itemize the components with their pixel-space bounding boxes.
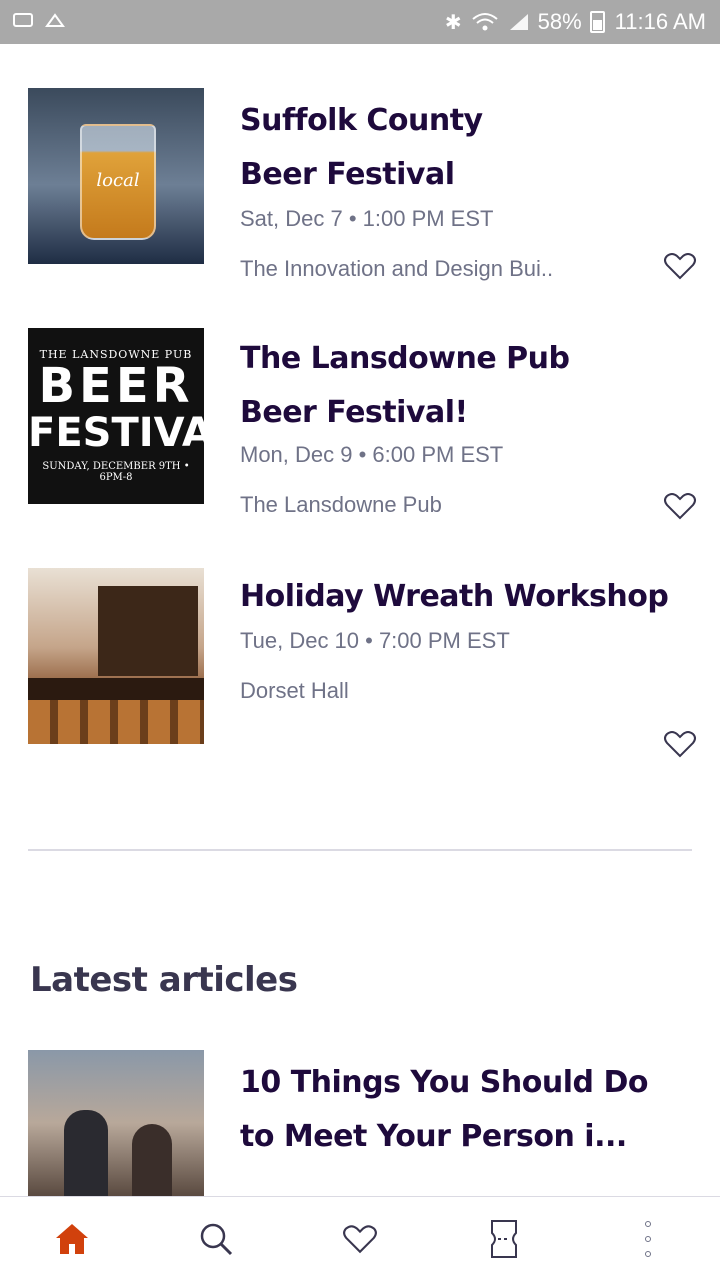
notification-icon [13, 13, 33, 27]
nav-tickets[interactable] [484, 1219, 524, 1259]
event-card[interactable]: local Suffolk County Beer Festival Sat, … [28, 88, 700, 281]
battery-icon [589, 11, 605, 33]
battery-percent: 58% [537, 9, 582, 34]
notification-icon-2 [45, 13, 65, 27]
event-info: Suffolk County Beer Festival Sat, Dec 7 … [240, 94, 640, 282]
glass-logo-text: local [96, 170, 140, 191]
event-date: Mon, Dec 9 • 6:00 PM EST [240, 442, 504, 467]
ticket-icon [491, 1220, 517, 1258]
couple-running-image [28, 1050, 204, 1196]
article-title[interactable]: 10 Things You Should Do to Meet Your Per… [240, 1056, 690, 1164]
event-venue: The Innovation and Design Bui.. [240, 256, 554, 281]
bar-stools [28, 700, 204, 744]
more-dot [645, 1221, 651, 1227]
nav-home[interactable] [52, 1219, 92, 1259]
heart-icon [664, 253, 696, 280]
bottom-navigation [0, 1196, 720, 1281]
person-silhouette [132, 1124, 172, 1196]
heart-icon [664, 731, 696, 758]
more-icon[interactable] [636, 1221, 660, 1257]
event-info: The Lansdowne Pub Beer Festival! Mon, De… [240, 332, 640, 518]
more-dot [645, 1236, 651, 1242]
bluetooth-icon: ✱ [444, 11, 462, 34]
glass-shape: local [80, 124, 156, 240]
status-bar: ✱ 58% 11:16 AM [0, 0, 720, 44]
beer-festival-poster-image: THE LANSDOWNE PUB BEER FESTIVAL SUNDAY, … [28, 328, 204, 504]
event-title[interactable]: The Lansdowne Pub Beer Festival! [240, 332, 590, 440]
signal-icon [509, 14, 528, 30]
favorite-button[interactable] [660, 724, 700, 764]
search-icon [200, 1223, 233, 1256]
event-title[interactable]: Suffolk County Beer Festival [240, 94, 510, 202]
section-divider [28, 849, 692, 851]
event-date: Sat, Dec 7 • 1:00 PM EST [240, 206, 494, 231]
nav-search[interactable] [196, 1219, 236, 1259]
event-date: Tue, Dec 10 • 7:00 PM EST [240, 628, 510, 653]
bar-interior-image [28, 568, 204, 744]
event-card[interactable]: Holiday Wreath Workshop Tue, Dec 10 • 7:… [28, 568, 700, 758]
poster-line: BEER [38, 358, 194, 414]
beer-glass-image: local [28, 88, 204, 264]
heart-icon [664, 493, 696, 520]
article-card[interactable]: 10 Things You Should Do to Meet Your Per… [28, 1050, 700, 1196]
event-venue: The Lansdowne Pub [240, 492, 442, 517]
poster-line: FESTIVAL [28, 410, 204, 456]
event-info: Holiday Wreath Workshop Tue, Dec 10 • 7:… [240, 570, 669, 704]
heart-icon [343, 1225, 377, 1254]
home-icon [56, 1224, 88, 1254]
section-title: Latest articles [30, 960, 298, 1000]
poster-line: SUNDAY, DECEMBER 9TH • 6PM-8 [42, 461, 190, 483]
bar-counter [28, 678, 204, 700]
favorite-button[interactable] [660, 246, 700, 286]
wifi-icon [471, 13, 498, 31]
person-silhouette [64, 1110, 108, 1196]
bar-shelf [98, 586, 198, 676]
event-venue: Dorset Hall [240, 678, 349, 703]
nav-likes[interactable] [340, 1219, 380, 1259]
article-info: 10 Things You Should Do to Meet Your Per… [240, 1056, 690, 1164]
event-title[interactable]: Holiday Wreath Workshop [240, 570, 700, 624]
more-dot [645, 1251, 651, 1257]
favorite-button[interactable] [660, 486, 700, 526]
status-time: 11:16 AM [614, 9, 706, 34]
notification-icons [12, 10, 66, 32]
event-card[interactable]: THE LANSDOWNE PUB BEER FESTIVAL SUNDAY, … [28, 328, 700, 520]
